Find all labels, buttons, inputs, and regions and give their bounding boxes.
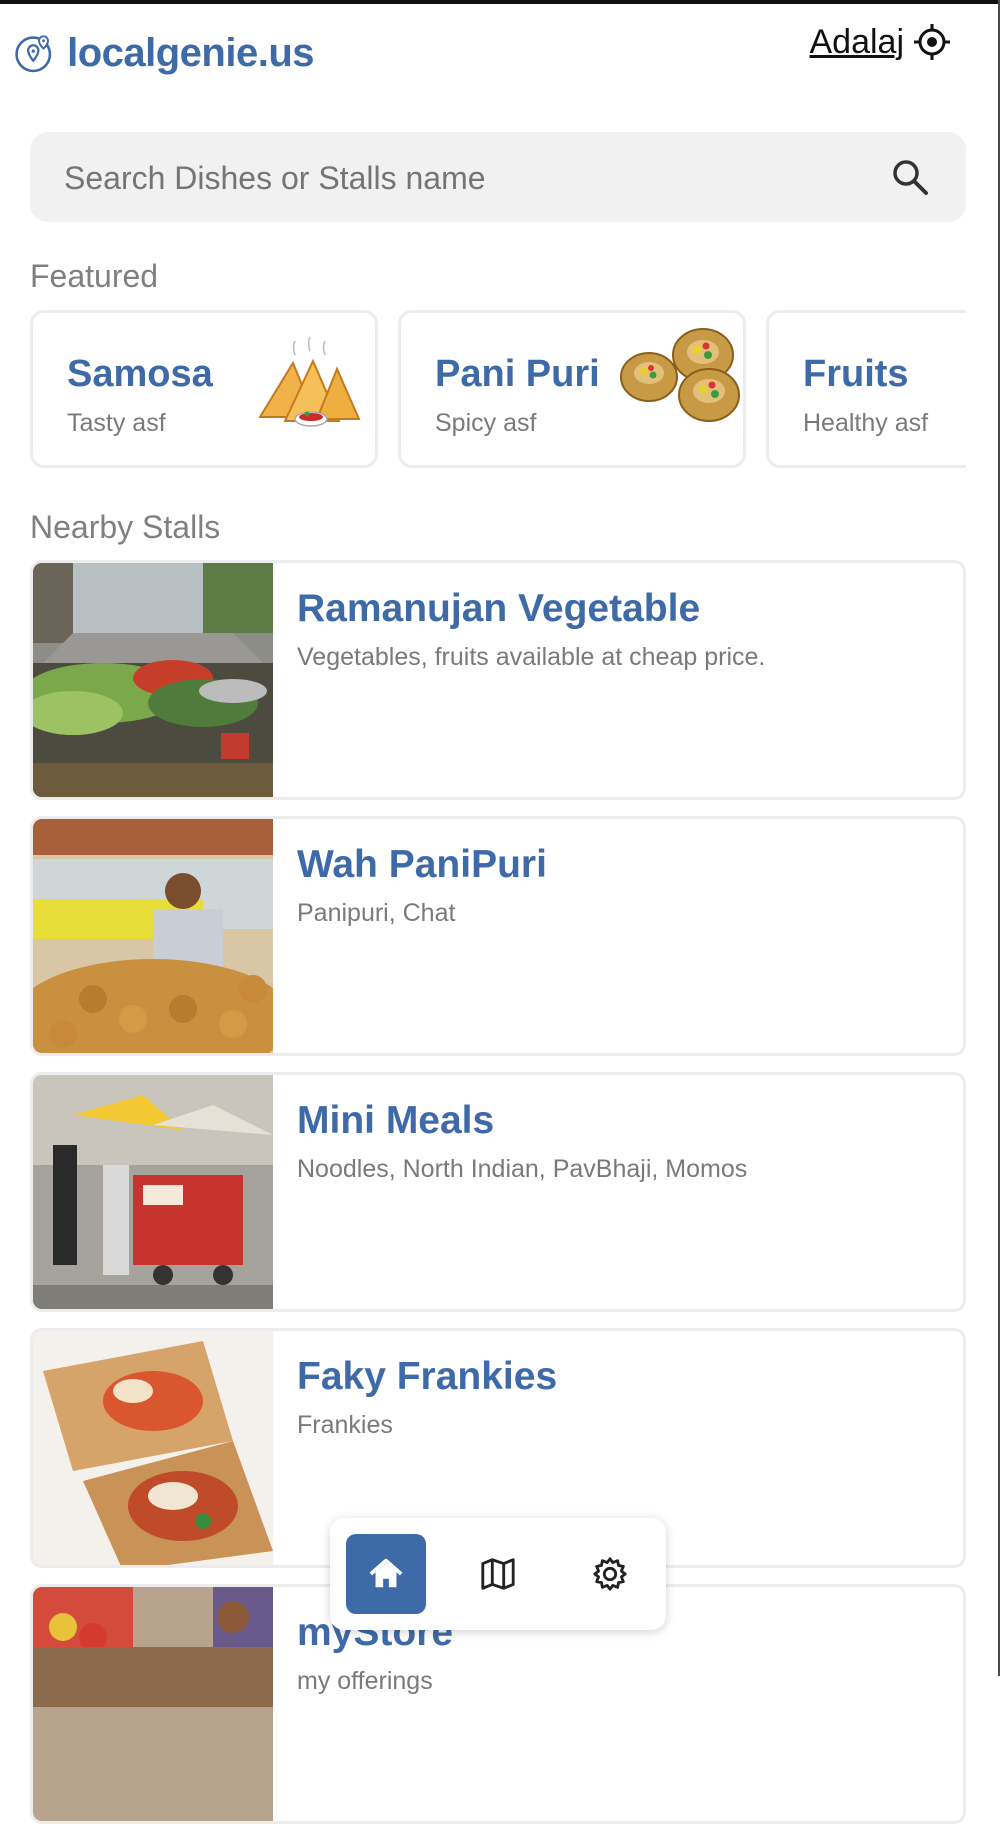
stall-description: Noodles, North Indian, PavBhaji, Momos: [297, 1155, 748, 1183]
settings-icon: [593, 1557, 627, 1591]
stall-description: Frankies: [297, 1411, 393, 1439]
stall-name: Mini Meals: [297, 1099, 495, 1142]
home-button[interactable]: [346, 1534, 426, 1614]
brand-name: localgenie.us: [67, 30, 314, 75]
map-icon: [481, 1558, 515, 1590]
stall-description: Panipuri, Chat: [297, 899, 456, 927]
top-border: [0, 0, 1000, 4]
search-icon[interactable]: [890, 157, 930, 197]
fruit-store-photo: [33, 1587, 273, 1821]
stall-description: my offerings: [297, 1667, 433, 1695]
featured-subtitle: Healthy asf: [803, 409, 929, 437]
brand-logo[interactable]: localgenie.us: [14, 20, 314, 86]
featured-carousel[interactable]: Samosa Tasty asf Pani Puri Spicy asf Fru: [30, 310, 966, 474]
home-icon: [369, 1558, 403, 1588]
crosshair-locate-icon[interactable]: [912, 22, 952, 62]
featured-card-samosa[interactable]: Samosa Tasty asf: [30, 310, 378, 468]
stall-name: Ramanujan Vegetable: [297, 587, 701, 630]
featured-card-fruits[interactable]: Fruits Healthy asf: [766, 310, 966, 468]
map-button[interactable]: [458, 1534, 538, 1614]
stall-name: Faky Frankies: [297, 1355, 558, 1398]
stall-description: Vegetables, fruits available at cheap pr…: [297, 643, 766, 671]
stall-card-ramanujan-vegetable[interactable]: Ramanujan Vegetable Vegetables, fruits a…: [30, 560, 966, 800]
pani-puri-image: [620, 328, 740, 422]
featured-subtitle: Tasty asf: [67, 409, 166, 437]
featured-subtitle: Spicy asf: [435, 409, 537, 437]
vegetable-cart-photo: [33, 563, 273, 797]
stall-card-wah-panipuri[interactable]: Wah PaniPuri Panipuri, Chat: [30, 816, 966, 1056]
frankie-wrap-photo: [33, 1331, 273, 1565]
featured-name: Samosa: [67, 353, 213, 395]
stall-name: Wah PaniPuri: [297, 843, 547, 886]
featured-card-pani-puri[interactable]: Pani Puri Spicy asf: [398, 310, 746, 468]
featured-heading: Featured: [30, 258, 159, 294]
featured-name: Fruits: [803, 353, 909, 395]
bottom-navigation: [330, 1518, 666, 1630]
search-bar: [30, 132, 966, 224]
featured-name: Pani Puri: [435, 353, 600, 395]
samosa-image: [258, 336, 361, 427]
settings-button[interactable]: [570, 1534, 650, 1614]
stall-card-mini-meals[interactable]: Mini Meals Noodles, North Indian, PavBha…: [30, 1072, 966, 1312]
location-selector[interactable]: Adalaj: [809, 22, 952, 62]
panipuri-stall-photo: [33, 819, 273, 1053]
search-input[interactable]: [62, 132, 866, 224]
food-cart-photo: [33, 1075, 273, 1309]
map-pin-logo-icon: [15, 35, 52, 73]
location-link[interactable]: Adalaj: [809, 23, 904, 62]
nearby-stalls-heading: Nearby Stalls: [30, 509, 221, 545]
